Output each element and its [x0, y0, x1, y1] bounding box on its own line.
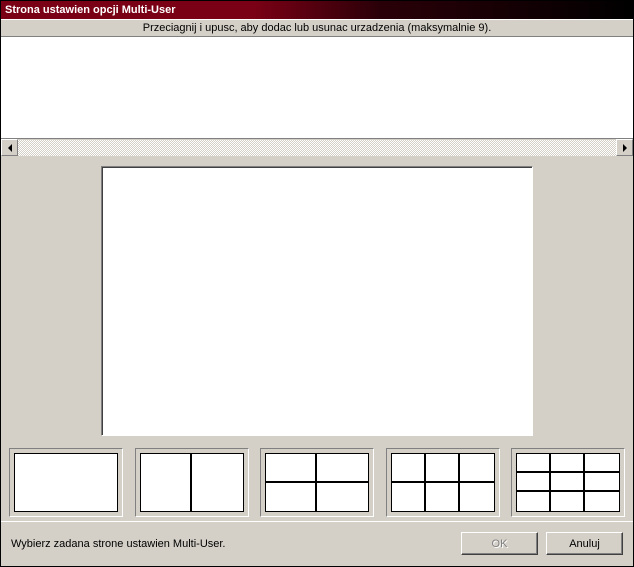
- layout-option-2x2[interactable]: [260, 448, 374, 517]
- device-drop-area[interactable]: [1, 37, 633, 139]
- instruction-bar: Przeciagnij i upusc, aby dodac lub usuna…: [1, 19, 633, 37]
- scroll-right-button[interactable]: [616, 139, 633, 156]
- scroll-left-button[interactable]: [1, 139, 18, 156]
- scroll-track[interactable]: [18, 139, 616, 156]
- layout-option-3x3[interactable]: [511, 448, 625, 517]
- layout-option-1x2[interactable]: [135, 448, 249, 517]
- instruction-text: Przeciagnij i upusc, aby dodac lub usuna…: [143, 22, 492, 34]
- window-titlebar: Strona ustawien opcji Multi-User: [1, 1, 633, 19]
- layout-option-2x3[interactable]: [386, 448, 500, 517]
- footer-label: Wybierz zadana strone ustawien Multi-Use…: [11, 538, 453, 550]
- horizontal-scrollbar[interactable]: [1, 139, 633, 156]
- cancel-button[interactable]: Anuluj: [546, 532, 623, 555]
- footer-bar: Wybierz zadana strone ustawien Multi-Use…: [1, 521, 633, 565]
- preview-container: [1, 156, 633, 444]
- layout-option-1x1[interactable]: [9, 448, 123, 517]
- layout-thumbnails: [1, 444, 633, 521]
- ok-button[interactable]: OK: [461, 532, 538, 555]
- layout-preview[interactable]: [101, 166, 533, 436]
- window-title: Strona ustawien opcji Multi-User: [5, 4, 176, 16]
